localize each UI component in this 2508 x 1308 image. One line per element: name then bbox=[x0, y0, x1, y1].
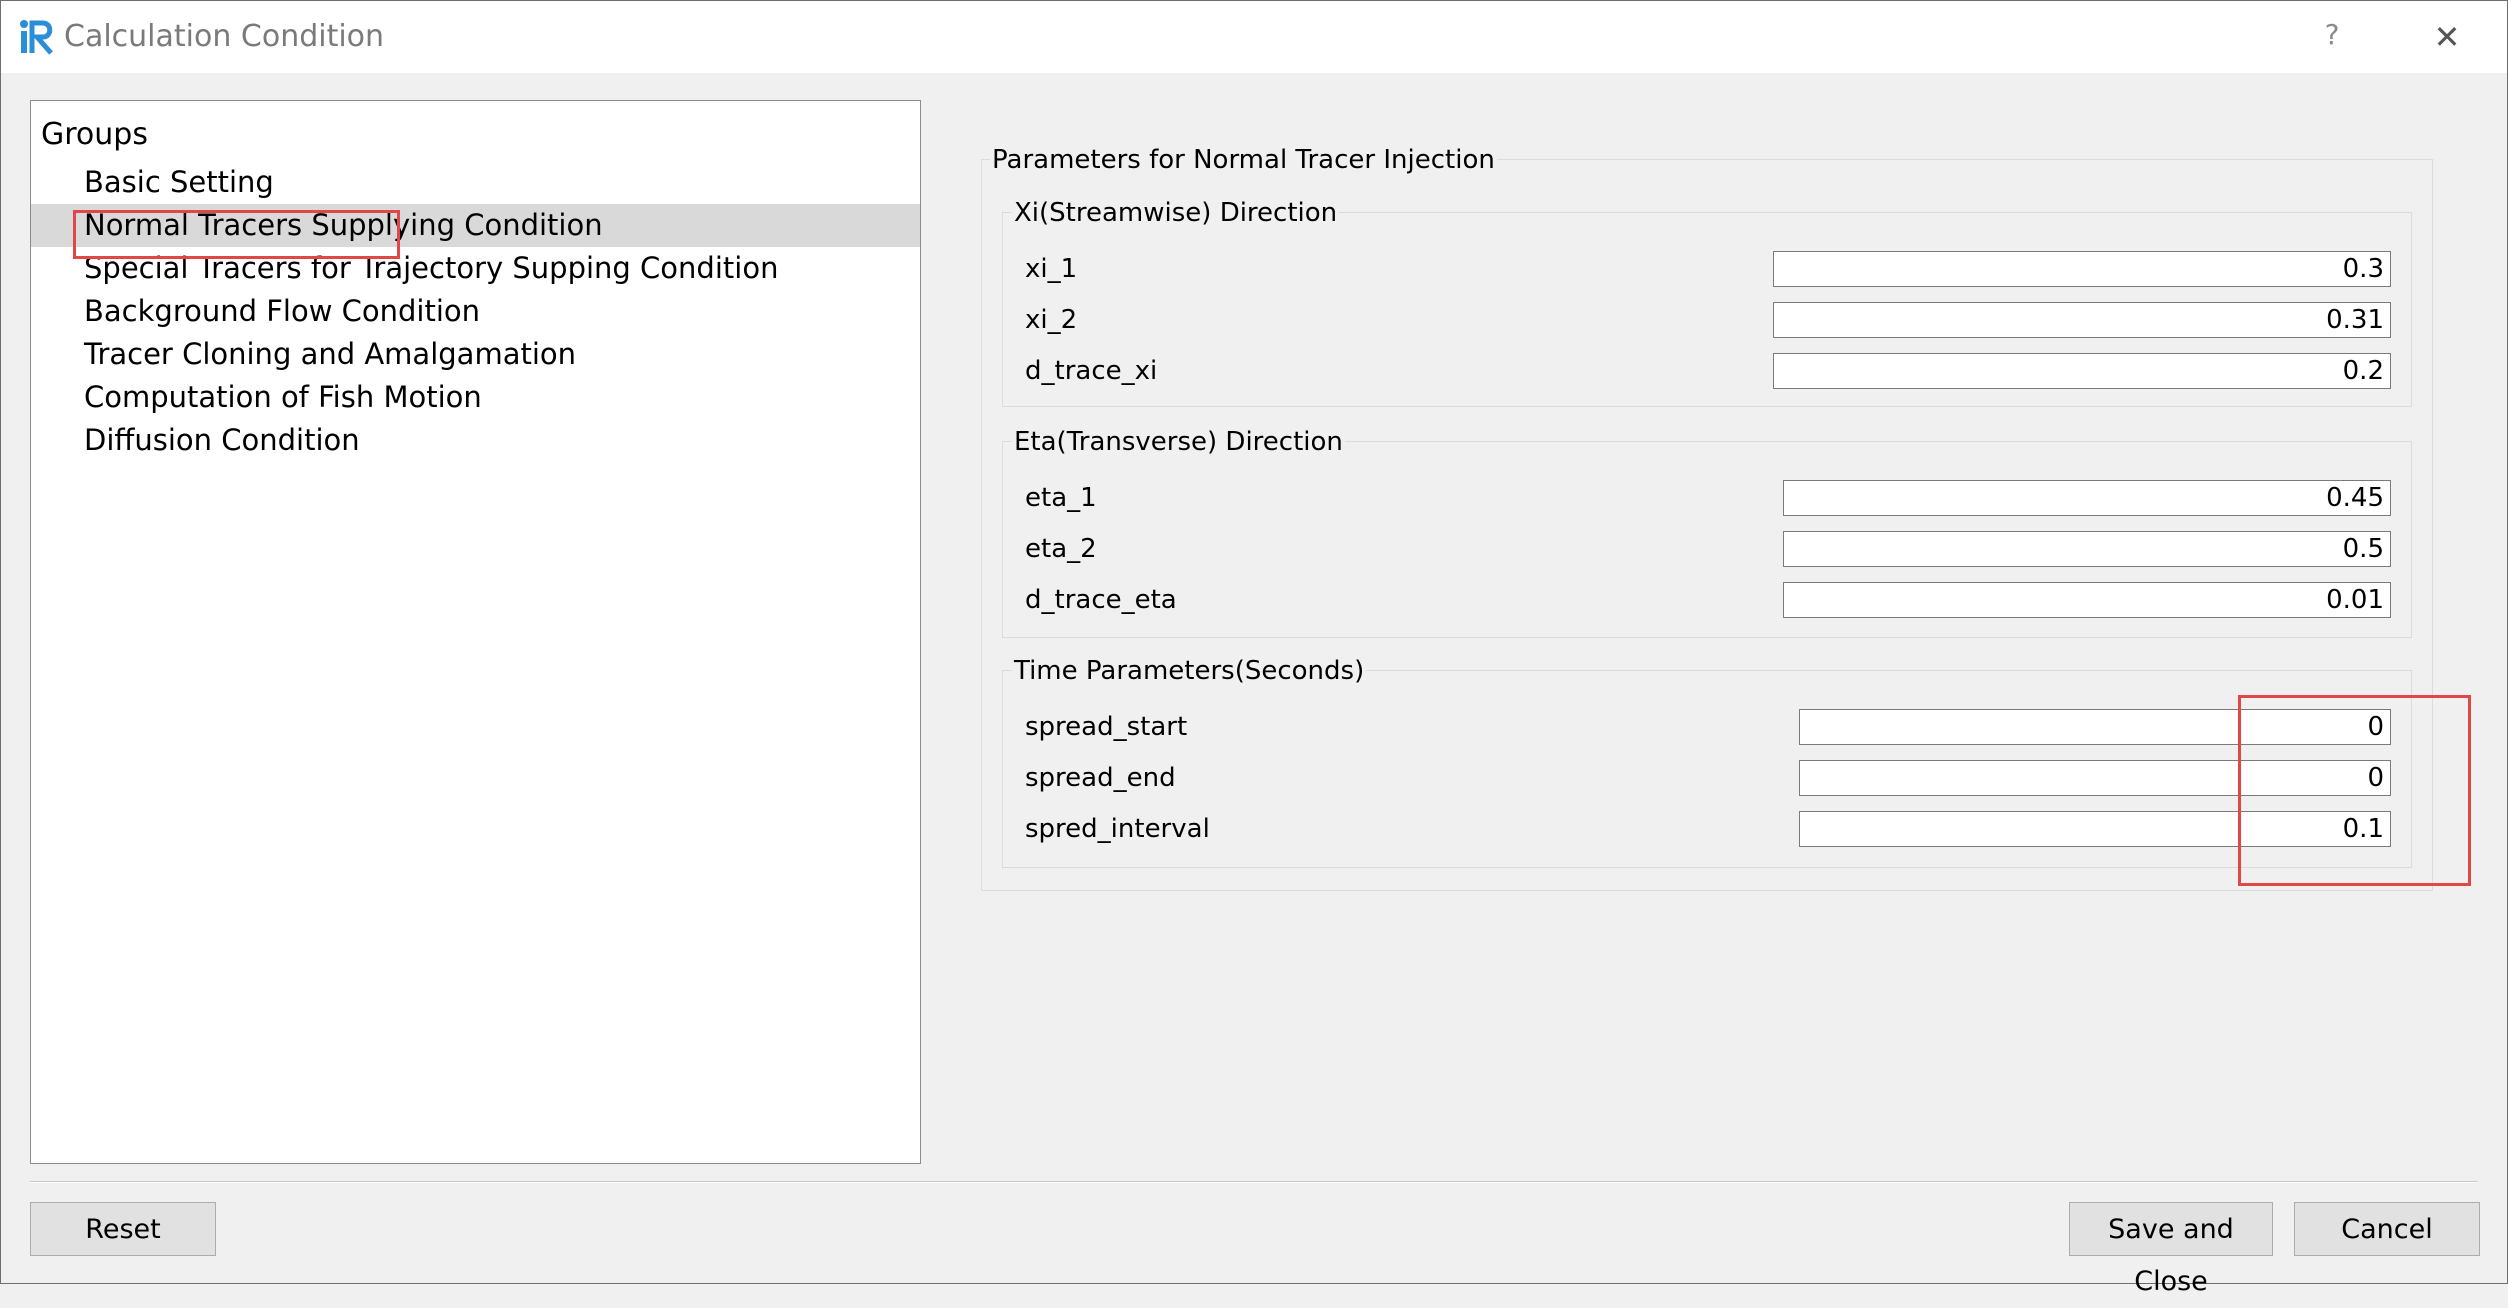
spread-end-input[interactable] bbox=[1799, 760, 2391, 796]
group-item-background-flow[interactable]: Background Flow Condition bbox=[31, 290, 920, 333]
xi-2-label: xi_2 bbox=[1025, 305, 1078, 335]
xi-1-input[interactable] bbox=[1773, 251, 2391, 287]
group-item-fish-motion[interactable]: Computation of Fish Motion bbox=[31, 376, 920, 419]
iric-logo-icon bbox=[20, 20, 53, 55]
window-title: Calculation Condition bbox=[64, 19, 385, 54]
group-list: Basic Setting Normal Tracers Supplying C… bbox=[31, 161, 920, 462]
eta-2-label: eta_2 bbox=[1025, 534, 1097, 564]
footer-separator bbox=[30, 1181, 2478, 1183]
spread-start-label: spread_start bbox=[1025, 712, 1188, 742]
eta-1-label: eta_1 bbox=[1025, 483, 1097, 513]
group-item-basic-setting[interactable]: Basic Setting bbox=[31, 161, 920, 204]
eta-2-input[interactable] bbox=[1783, 531, 2391, 567]
xi-1-label: xi_1 bbox=[1025, 254, 1078, 284]
calculation-condition-dialog: Calculation Condition ? ✕ Groups Basic S… bbox=[0, 0, 2508, 1297]
group-item-special-tracers[interactable]: Special Tracers for Trajectory Supping C… bbox=[31, 247, 920, 290]
group-item-normal-tracers[interactable]: Normal Tracers Supplying Condition bbox=[31, 204, 920, 247]
reset-button[interactable]: Reset bbox=[30, 1202, 216, 1256]
time-parameters-title: Time Parameters(Seconds) bbox=[1012, 653, 1367, 689]
xi-2-input[interactable] bbox=[1773, 302, 2391, 338]
groups-panel: Groups Basic Setting Normal Tracers Supp… bbox=[30, 100, 921, 1164]
spread-interval-label: spred_interval bbox=[1025, 814, 1210, 844]
spread-interval-input[interactable] bbox=[1799, 811, 2391, 847]
cancel-button[interactable]: Cancel bbox=[2294, 1202, 2480, 1256]
d-trace-eta-label: d_trace_eta bbox=[1025, 585, 1177, 615]
xi-direction-title: Xi(Streamwise) Direction bbox=[1012, 195, 1340, 231]
d-trace-xi-input[interactable] bbox=[1773, 353, 2391, 389]
title-bar: Calculation Condition ? ✕ bbox=[1, 1, 2507, 73]
d-trace-eta-input[interactable] bbox=[1783, 582, 2391, 618]
spread-start-input[interactable] bbox=[1799, 709, 2391, 745]
group-item-diffusion[interactable]: Diffusion Condition bbox=[31, 419, 920, 462]
save-and-close-button[interactable]: Save and Close bbox=[2069, 1202, 2273, 1297]
help-button[interactable]: ? bbox=[2317, 15, 2347, 55]
groups-header: Groups bbox=[41, 117, 148, 152]
d-trace-xi-label: d_trace_xi bbox=[1025, 356, 1158, 386]
eta-1-input[interactable] bbox=[1783, 480, 2391, 516]
eta-direction-title: Eta(Transverse) Direction bbox=[1012, 424, 1345, 460]
params-group-title: Parameters for Normal Tracer Injection bbox=[990, 140, 1497, 180]
group-item-tracer-cloning[interactable]: Tracer Cloning and Amalgamation bbox=[31, 333, 920, 376]
spread-end-label: spread_end bbox=[1025, 763, 1176, 793]
close-icon[interactable]: ✕ bbox=[2425, 15, 2469, 59]
